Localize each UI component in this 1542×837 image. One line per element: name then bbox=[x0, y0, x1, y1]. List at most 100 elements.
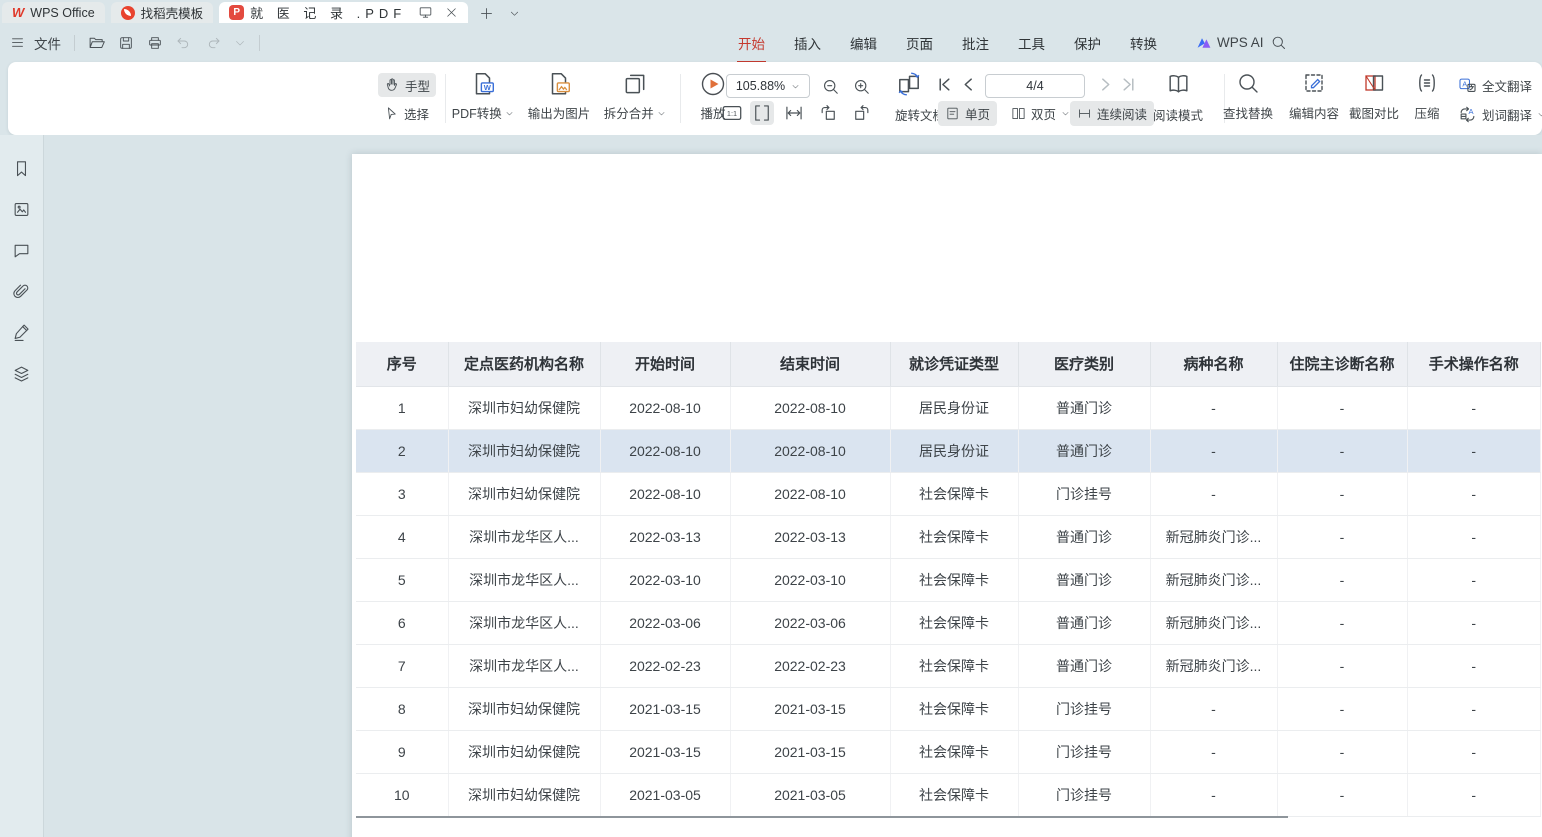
column-header: 手术操作名称 bbox=[1407, 342, 1541, 386]
actual-size-button[interactable]: 1:1 bbox=[720, 101, 744, 125]
table-cell: 2022-03-10 bbox=[600, 558, 730, 601]
menu-item-insert[interactable]: 插入 bbox=[793, 31, 822, 55]
next-page-button[interactable] bbox=[1098, 77, 1113, 92]
page-number-input[interactable]: 4/4 bbox=[985, 74, 1085, 98]
close-tab-icon[interactable] bbox=[445, 6, 458, 19]
table-cell: - bbox=[1407, 472, 1541, 515]
continuous-reading-button[interactable]: 连续阅读 bbox=[1070, 101, 1154, 126]
full-text-translate-button[interactable]: A 全文翻译 bbox=[1458, 73, 1532, 97]
zoom-out-button[interactable] bbox=[818, 74, 842, 98]
table-row: 1深圳市妇幼保健院2022-08-102022-08-10居民身份证普通门诊--… bbox=[356, 386, 1541, 429]
toolbar: 手型 选择 W PDF转换 输出为图片 拆分合并 播放 105.88% bbox=[8, 62, 1542, 135]
open-file-button[interactable] bbox=[88, 34, 105, 51]
rotate-left-button[interactable] bbox=[816, 101, 840, 125]
previous-page-button[interactable] bbox=[961, 77, 976, 92]
edit-content-icon bbox=[1302, 71, 1326, 95]
reading-mode-icon[interactable] bbox=[1163, 71, 1193, 95]
table-cell: 普通门诊 bbox=[1018, 515, 1150, 558]
detach-window-icon[interactable] bbox=[418, 5, 433, 20]
column-header: 开始时间 bbox=[600, 342, 730, 386]
first-page-button[interactable] bbox=[937, 77, 952, 92]
table-cell: 2022-08-10 bbox=[730, 472, 890, 515]
table-cell: - bbox=[1277, 773, 1407, 816]
table-cell: - bbox=[1150, 687, 1277, 730]
records-table: 序号定点医药机构名称开始时间结束时间就诊凭证类型医疗类别病种名称住院主诊断名称手… bbox=[356, 342, 1541, 817]
side-rail bbox=[0, 135, 44, 837]
word-translate-button[interactable]: A 划词翻译 bbox=[1458, 102, 1542, 126]
quick-access-chevron-icon[interactable] bbox=[234, 37, 246, 49]
tab-wps-office[interactable]: W WPS Office bbox=[2, 2, 105, 23]
wps-ai-button[interactable]: WPS AI bbox=[1196, 23, 1264, 62]
tab-bar: W WPS Office 找稻壳模板 P 就 医 记 录 .PDF bbox=[0, 0, 1542, 23]
menu-item-home[interactable]: 开始 bbox=[737, 31, 766, 55]
divider bbox=[680, 74, 681, 123]
table-cell: 社会保障卡 bbox=[890, 687, 1018, 730]
tab-list-chevron-icon[interactable] bbox=[504, 3, 524, 23]
table-cell: 2022-08-10 bbox=[730, 386, 890, 429]
column-header: 定点医药机构名称 bbox=[448, 342, 600, 386]
table-cell: 2021-03-15 bbox=[600, 730, 730, 773]
print-button[interactable] bbox=[147, 35, 163, 51]
table-row: 6深圳市龙华区人...2022-03-062022-03-06社会保障卡普通门诊… bbox=[356, 601, 1541, 644]
zoom-in-button[interactable] bbox=[849, 74, 873, 98]
table-cell: 门诊挂号 bbox=[1018, 687, 1150, 730]
split-merge-button[interactable]: 拆分合并 bbox=[597, 69, 673, 128]
chevron-down-icon bbox=[791, 82, 800, 91]
compress-button[interactable]: 压缩 bbox=[1404, 69, 1450, 128]
table-cell: - bbox=[1277, 601, 1407, 644]
undo-button[interactable] bbox=[176, 35, 192, 51]
select-tool-button[interactable]: 选择 bbox=[378, 101, 436, 125]
table-cell: 2022-03-06 bbox=[730, 601, 890, 644]
tab-docer-templates[interactable]: 找稻壳模板 bbox=[111, 2, 214, 23]
menu-search-icon[interactable] bbox=[1270, 34, 1287, 51]
export-image-icon bbox=[546, 71, 572, 97]
new-tab-button[interactable] bbox=[476, 3, 496, 23]
menu-item-protect[interactable]: 保护 bbox=[1073, 31, 1102, 55]
comment-panel-icon[interactable] bbox=[11, 239, 33, 261]
table-cell: 深圳市妇幼保健院 bbox=[448, 386, 600, 429]
export-image-button[interactable]: 输出为图片 bbox=[521, 69, 597, 128]
signature-panel-icon[interactable] bbox=[11, 321, 33, 343]
file-menu-button[interactable]: 文件 bbox=[10, 32, 61, 54]
layers-panel-icon[interactable] bbox=[11, 362, 33, 384]
save-button[interactable] bbox=[118, 35, 134, 51]
menu-item-tools[interactable]: 工具 bbox=[1017, 31, 1046, 55]
find-replace-button[interactable]: 查找替换 bbox=[1216, 69, 1280, 128]
hand-tool-button[interactable]: 手型 bbox=[378, 73, 436, 97]
chevron-down-icon bbox=[1061, 109, 1070, 118]
two-page-button[interactable]: 双页 bbox=[1004, 101, 1077, 126]
divider bbox=[259, 35, 260, 51]
bookmark-panel-icon[interactable] bbox=[11, 157, 33, 179]
single-page-icon bbox=[945, 106, 960, 121]
single-page-button[interactable]: 单页 bbox=[938, 101, 997, 126]
tab-document[interactable]: P 就 医 记 录 .PDF bbox=[219, 2, 468, 23]
menu-item-page[interactable]: 页面 bbox=[905, 31, 934, 55]
two-page-label: 双页 bbox=[1031, 104, 1056, 123]
split-merge-icon bbox=[622, 71, 648, 97]
table-cell: 2022-08-10 bbox=[600, 429, 730, 472]
thumbnail-panel-icon[interactable] bbox=[11, 198, 33, 220]
edit-content-button[interactable]: 编辑内容 bbox=[1282, 69, 1346, 128]
fit-width-button[interactable] bbox=[782, 101, 806, 125]
zoom-level-dropdown[interactable]: 105.88% bbox=[726, 74, 810, 98]
fit-page-button[interactable] bbox=[750, 101, 774, 125]
redo-button[interactable] bbox=[205, 35, 221, 51]
rotate-right-button[interactable] bbox=[850, 101, 874, 125]
rotate-document-icon[interactable] bbox=[894, 72, 924, 96]
menu-item-edit[interactable]: 编辑 bbox=[849, 31, 878, 55]
table-cell: 社会保障卡 bbox=[890, 558, 1018, 601]
menu-item-convert[interactable]: 转换 bbox=[1129, 31, 1158, 55]
last-page-button[interactable] bbox=[1121, 77, 1136, 92]
export-image-label: 输出为图片 bbox=[528, 103, 591, 122]
menu-item-annotate[interactable]: 批注 bbox=[961, 31, 990, 55]
column-header: 就诊凭证类型 bbox=[890, 342, 1018, 386]
table-cell: - bbox=[1407, 730, 1541, 773]
reading-mode-label[interactable]: 阅读模式 bbox=[1150, 105, 1206, 124]
screenshot-compare-button[interactable]: 截图对比 bbox=[1342, 69, 1406, 128]
column-header: 住院主诊断名称 bbox=[1277, 342, 1407, 386]
pdf-convert-button[interactable]: W PDF转换 bbox=[445, 69, 521, 128]
attachment-panel-icon[interactable] bbox=[11, 280, 33, 302]
column-header: 医疗类别 bbox=[1018, 342, 1150, 386]
medical-records-region: 序号定点医药机构名称开始时间结束时间就诊凭证类型医疗类别病种名称住院主诊断名称手… bbox=[356, 342, 1541, 817]
table-cell: 深圳市妇幼保健院 bbox=[448, 429, 600, 472]
